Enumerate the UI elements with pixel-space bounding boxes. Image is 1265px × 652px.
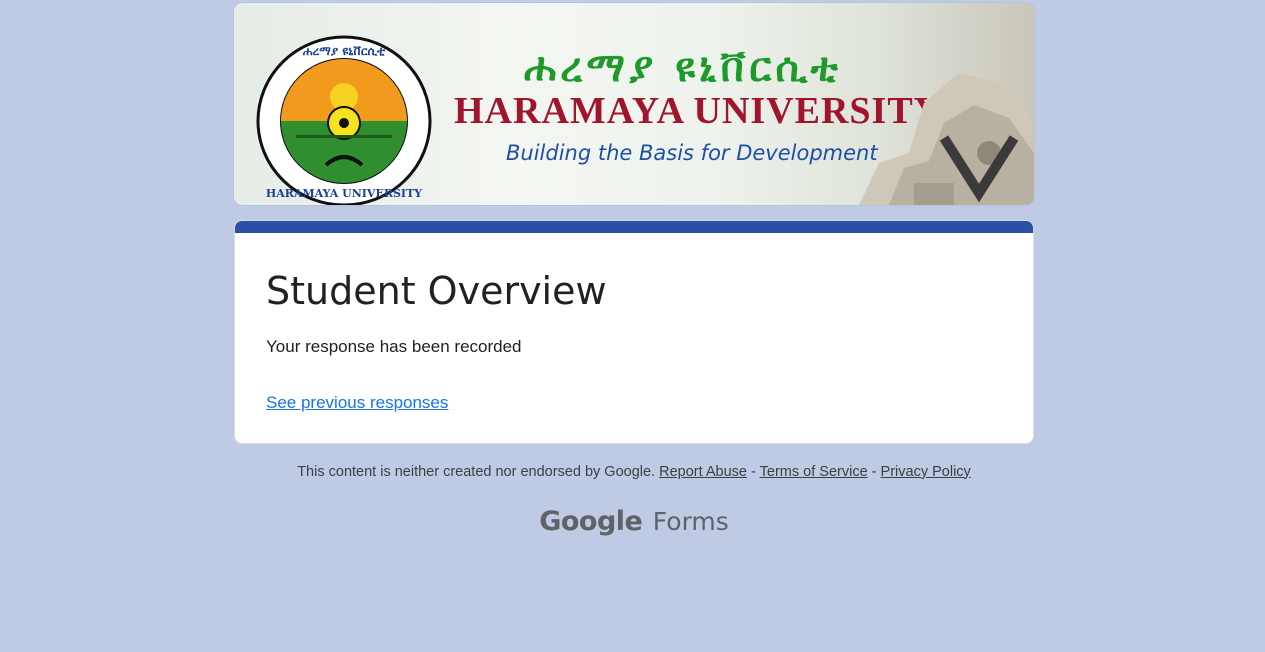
separator: - bbox=[871, 463, 877, 480]
seal-text-bottom: HARAMAYA UNIVERSITY bbox=[266, 187, 422, 200]
google-forms-logo[interactable]: Google Forms bbox=[234, 506, 1034, 537]
footer-disclaimer: This content is neither created nor endo… bbox=[234, 464, 1034, 480]
university-seal-logo: ሐረማያ ዩኒቨርሲቲ HARAMAYA UNIVERSITY bbox=[256, 35, 432, 205]
confirmation-card: Student Overview Your response has been … bbox=[234, 220, 1034, 444]
report-abuse-link[interactable]: Report Abuse bbox=[659, 464, 747, 480]
university-tagline: Building the Basis for Development bbox=[506, 141, 878, 165]
form-container: ሐረማያ ዩኒቨርሲቲ HARAMAYA UNIVERSITY ሐረማያ ዩኒቨ… bbox=[234, 3, 1034, 537]
separator: - bbox=[751, 463, 756, 480]
terms-of-service-link[interactable]: Terms of Service bbox=[760, 464, 868, 480]
card-accent-bar bbox=[235, 221, 1033, 233]
disclaimer-text: This content is neither created nor endo… bbox=[297, 463, 656, 480]
see-previous-responses-link[interactable]: See previous responses bbox=[266, 393, 448, 413]
confirmation-message: Your response has been recorded bbox=[266, 336, 522, 356]
campus-building-image bbox=[859, 73, 1034, 205]
privacy-policy-link[interactable]: Privacy Policy bbox=[881, 464, 971, 480]
form-title: Student Overview bbox=[266, 269, 607, 313]
google-wordmark: Google bbox=[539, 505, 643, 537]
header-banner: ሐረማያ ዩኒቨርሲቲ HARAMAYA UNIVERSITY ሐረማያ ዩኒቨ… bbox=[234, 3, 1034, 205]
forms-wordmark: Forms bbox=[652, 506, 729, 536]
university-name-amharic: ሐረማያ ዩኒቨርሲቲ bbox=[524, 45, 842, 91]
seal-text-top: ሐረማያ ዩኒቨርሲቲ bbox=[303, 44, 386, 58]
